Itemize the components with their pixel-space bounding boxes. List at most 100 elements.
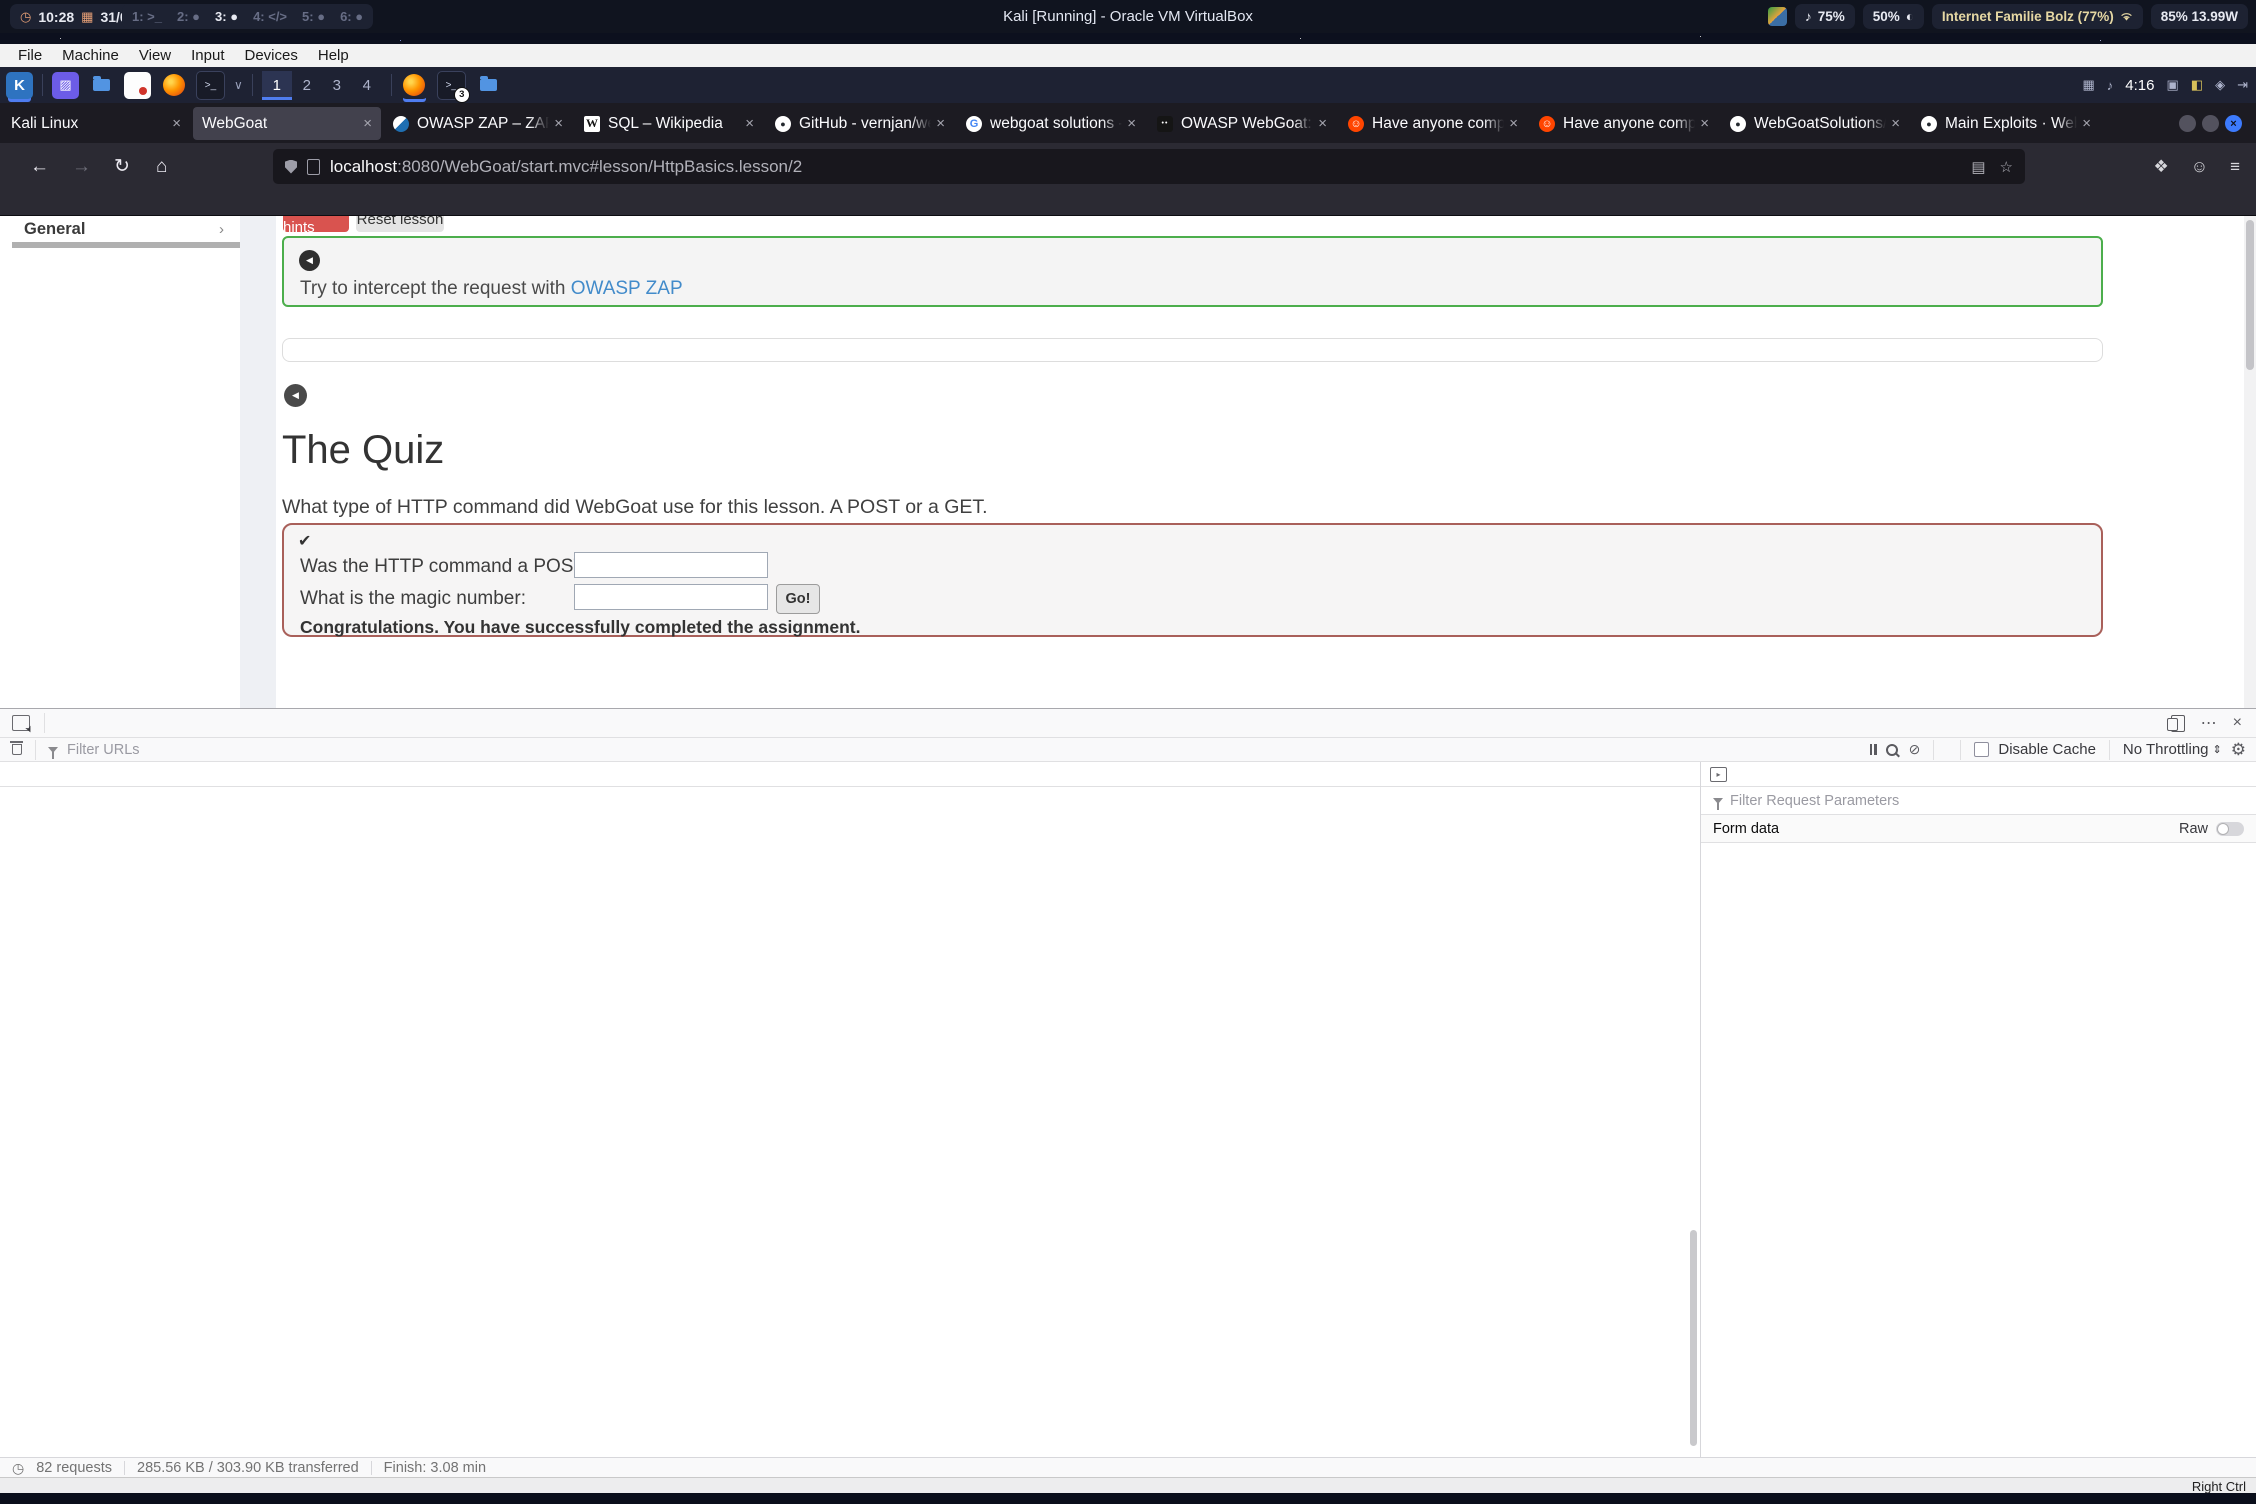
tab-close-icon[interactable]: ×: [363, 115, 372, 132]
url-text[interactable]: localhost:8080/WebGoat/start.mvc#lesson/…: [330, 157, 802, 177]
tracking-protection-shield-icon[interactable]: [285, 160, 297, 174]
app-launcher-icon[interactable]: ▨: [52, 72, 79, 99]
tray-volume-icon[interactable]: ♪: [2107, 78, 2114, 93]
taskbar-clock[interactable]: 4:16: [2125, 77, 2154, 94]
kali-menu-button[interactable]: K: [6, 72, 33, 99]
filter-request-parameters[interactable]: Filter Request Parameters: [1701, 787, 2256, 815]
tab-close-icon[interactable]: ×: [1891, 115, 1900, 132]
text-editor-icon[interactable]: [124, 72, 151, 99]
tab-close-icon[interactable]: ×: [554, 115, 563, 132]
pagination-back-button[interactable]: ◀: [284, 384, 307, 407]
quiz-magic-number-input[interactable]: [574, 584, 768, 610]
panel-toggle-icon[interactable]: ▸: [1710, 767, 1727, 782]
block-requests-icon[interactable]: ⊘: [1909, 741, 1921, 758]
menubar-item-view[interactable]: View: [129, 44, 181, 67]
search-icon[interactable]: [1886, 744, 1898, 756]
tray-grid-icon[interactable]: ▦: [2083, 77, 2095, 93]
tab-close-icon[interactable]: ×: [1700, 115, 1709, 132]
tray-shield-icon[interactable]: ◈: [2215, 77, 2225, 93]
tab-close-icon[interactable]: ×: [1318, 115, 1327, 132]
extensions-icon[interactable]: ❖: [2153, 157, 2168, 177]
menu-hamburger-icon[interactable]: ≡: [2230, 157, 2240, 177]
terminal-launcher-icon[interactable]: >_: [196, 71, 225, 100]
browser-tab-owasp-zap-zap-i[interactable]: OWASP ZAP – ZAP i×: [384, 107, 572, 140]
network-settings-gear-icon[interactable]: ⚙: [2231, 740, 2246, 760]
go-button[interactable]: Go!: [776, 584, 820, 614]
tab-close-icon[interactable]: ×: [2082, 115, 2091, 132]
tab-close-icon[interactable]: ×: [1127, 115, 1136, 132]
host-workspace-6[interactable]: 6: ●: [340, 9, 363, 24]
reload-button[interactable]: ↻: [114, 143, 130, 190]
browser-tab-have-anyone-comple[interactable]: ☺Have anyone comple×: [1339, 107, 1527, 140]
host-workspace-2[interactable]: 2: ●: [177, 9, 200, 24]
host-workspace-3[interactable]: 3: ●: [215, 9, 238, 24]
devtools-options-icon[interactable]: ⋯: [2201, 713, 2217, 733]
window-maximize-button[interactable]: [2202, 115, 2219, 132]
tab-close-icon[interactable]: ×: [936, 115, 945, 132]
hint-prev-arrow-icon[interactable]: ◀: [299, 250, 320, 271]
browser-tab-owasp-webgoat-g[interactable]: ••OWASP WebGoat: G×: [1148, 107, 1336, 140]
browser-tab-webgoat-solutions[interactable]: Gwebgoat solutions -×: [957, 107, 1145, 140]
reset-lesson-button[interactable]: Reset lesson: [356, 216, 444, 232]
tray-logout-icon[interactable]: ⇥: [2237, 77, 2248, 93]
browser-tab-webgoatsolutions-s[interactable]: ●WebGoatSolutions/S×: [1721, 107, 1909, 140]
brightness-indicator[interactable]: 50%◐: [1863, 4, 1924, 29]
workspace-number-4[interactable]: 4: [352, 71, 382, 100]
page-scrollbar[interactable]: [2244, 216, 2256, 708]
menubar-item-machine[interactable]: Machine: [52, 44, 129, 67]
tray-screenshot-icon[interactable]: ▣: [2167, 77, 2179, 93]
firefox-launcher-icon[interactable]: [160, 72, 187, 99]
home-button[interactable]: ⌂: [156, 143, 167, 190]
responsive-design-mode-icon[interactable]: [2171, 715, 2185, 732]
launcher-dropdown-icon[interactable]: ∨: [234, 78, 243, 92]
menubar-item-devices[interactable]: Devices: [235, 44, 308, 67]
page-scrollbar-thumb[interactable]: [2246, 220, 2254, 370]
battery-indicator[interactable]: 85% 13.99W: [2151, 4, 2248, 29]
hide-hints-button[interactable]: Hide hints: [283, 216, 349, 232]
request-list-scrollbar[interactable]: [1689, 762, 1698, 1457]
filter-urls-input[interactable]: [65, 741, 369, 759]
devtools-close-icon[interactable]: ×: [2233, 714, 2242, 732]
firefox-window-button[interactable]: [401, 72, 428, 99]
window-minimize-button[interactable]: [2179, 115, 2196, 132]
terminal-window-button[interactable]: >_3: [437, 71, 466, 100]
request-list-scrollbar-thumb[interactable]: [1690, 1230, 1697, 1446]
request-table-header[interactable]: [0, 762, 1700, 787]
quiz-answer-input[interactable]: [574, 552, 768, 578]
owasp-zap-link[interactable]: OWASP ZAP: [571, 278, 683, 299]
workspace-number-1[interactable]: 1: [262, 71, 292, 100]
tab-close-icon[interactable]: ×: [1509, 115, 1518, 132]
host-workspace-4[interactable]: 4: </>: [253, 9, 287, 24]
reader-mode-icon[interactable]: ▤: [1971, 158, 1985, 176]
menubar-item-help[interactable]: Help: [308, 44, 359, 67]
tray-lock-icon[interactable]: ◧: [2191, 77, 2203, 93]
form-data-section-header[interactable]: Form data Raw: [1701, 815, 2256, 843]
tab-close-icon[interactable]: ×: [172, 115, 181, 132]
back-button[interactable]: ←: [30, 143, 49, 190]
host-workspace-5[interactable]: 5: ●: [302, 9, 325, 24]
disable-cache-checkbox[interactable]: [1974, 742, 1989, 757]
browser-tab-sql-wikipedia[interactable]: WSQL – Wikipedia×: [575, 107, 763, 140]
element-picker-icon[interactable]: [12, 715, 30, 731]
pause-log-icon[interactable]: [1870, 744, 1877, 755]
browser-tab-have-anyone-comple[interactable]: ☺Have anyone comple×: [1530, 107, 1718, 140]
network-indicator[interactable]: Internet Familie Bolz (77%): [1932, 4, 2143, 29]
workspace-number-2[interactable]: 2: [292, 71, 322, 100]
browser-tab-webgoat[interactable]: WebGoat×: [193, 107, 381, 140]
host-workspace-1[interactable]: 1: >_: [132, 9, 162, 24]
window-close-button[interactable]: ×: [2225, 115, 2242, 132]
raw-toggle[interactable]: [2216, 822, 2244, 836]
throttling-dropdown[interactable]: No Throttling⇕: [2123, 741, 2222, 758]
virtualbox-dock-icon[interactable]: [1768, 7, 1787, 26]
bookmark-star-icon[interactable]: ☆: [2000, 158, 2013, 176]
clear-requests-icon[interactable]: [12, 744, 22, 755]
files-window-button[interactable]: [475, 72, 502, 99]
menubar-item-input[interactable]: Input: [181, 44, 234, 67]
account-icon[interactable]: ☺: [2191, 157, 2208, 177]
browser-tab-main-exploits-webg[interactable]: ●Main Exploits · WebG×: [1912, 107, 2100, 140]
sidebar-category-general[interactable]: General›: [0, 216, 240, 242]
browser-tab-kali-linux[interactable]: Kali Linux×: [2, 107, 190, 140]
browser-tab-github-vernjan-we[interactable]: ●GitHub - vernjan/we×: [766, 107, 954, 140]
file-manager-icon[interactable]: [88, 72, 115, 99]
url-bar[interactable]: localhost:8080/WebGoat/start.mvc#lesson/…: [273, 149, 2025, 184]
